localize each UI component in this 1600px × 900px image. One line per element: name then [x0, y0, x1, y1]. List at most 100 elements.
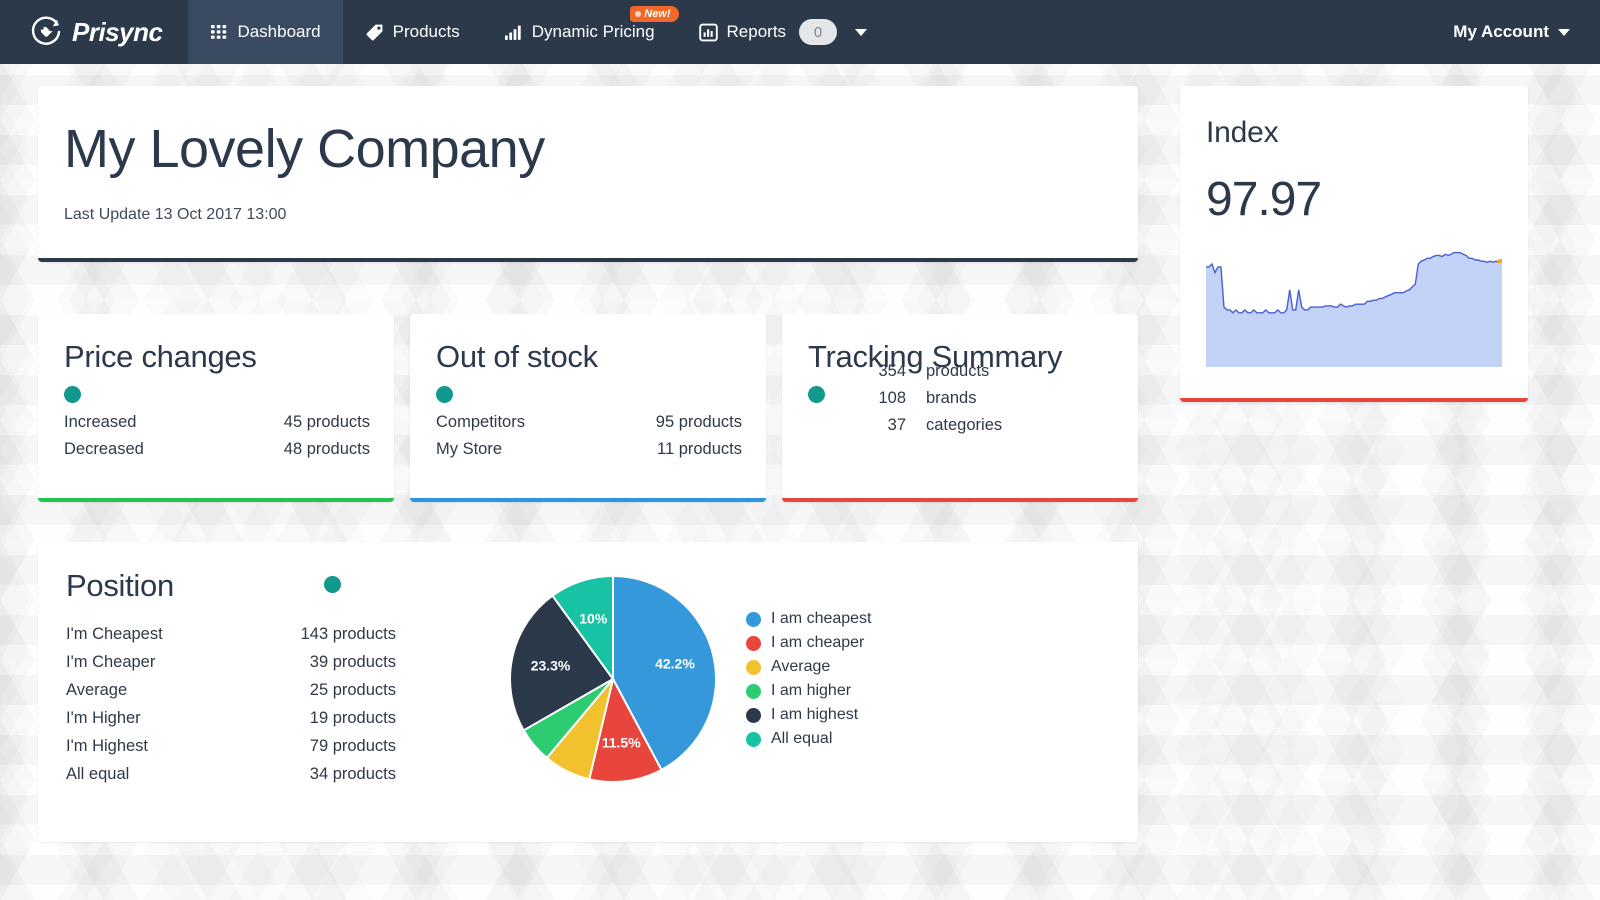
sparkline-area: [1206, 252, 1502, 367]
out-of-stock-status-dot: [436, 386, 453, 404]
page-body: My Lovely Company Last Update 13 Oct 201…: [0, 64, 1600, 900]
legend-label: All equal: [771, 730, 833, 748]
table-row: My Store 11 products: [436, 436, 742, 463]
new-badge: New!: [630, 6, 679, 22]
list-item: All equal 34 products: [66, 760, 396, 788]
row-value: 34 products: [309, 765, 396, 784]
legend-item[interactable]: All equal: [746, 730, 872, 748]
reports-count-badge: 0: [799, 19, 838, 45]
row-number: 354: [878, 362, 906, 381]
position-pie-chart: 42.2% 11.5% 23.3% 10%: [508, 574, 718, 784]
pie-slice-label: 23.3%: [531, 658, 571, 674]
legend-swatch-icon: [746, 707, 761, 723]
company-header-card: My Lovely Company Last Update 13 Oct 201…: [38, 86, 1138, 263]
navbar-right: My Account: [1447, 0, 1576, 64]
nav-item-products-label: Products: [392, 22, 460, 41]
nav-item-products[interactable]: Products: [343, 0, 482, 64]
list-item: Average 25 products: [66, 676, 396, 704]
legend-label: I am highest: [771, 706, 859, 724]
brand-logo-link[interactable]: Prisync: [0, 0, 188, 64]
row-label: Increased: [64, 413, 137, 432]
legend-item[interactable]: I am cheaper: [746, 634, 872, 652]
row-number: 37: [887, 415, 906, 434]
last-update-text: Last Update 13 Oct 2017 13:00: [64, 206, 287, 224]
legend-item[interactable]: I am higher: [746, 682, 872, 700]
row-label: I'm Highest: [66, 737, 149, 756]
legend-item[interactable]: I am cheapest: [746, 610, 872, 628]
list-item: I'm Cheapest 143 products: [66, 620, 396, 648]
row-value: 79 products: [309, 737, 396, 756]
legend-item[interactable]: Average: [746, 658, 872, 676]
tracking-summary-rows: 354 products 108 brands 37 categories: [854, 358, 1114, 438]
row-number: 108: [878, 388, 906, 407]
price-changes-title: Price changes: [64, 339, 257, 375]
position-head: Position: [66, 568, 464, 604]
stats-row: Price changes Increased 45 products Decr…: [38, 314, 1138, 503]
prisync-logo-icon: [30, 15, 64, 49]
index-value: 97.97: [1206, 173, 1322, 226]
position-card: Position I'm Cheapest 143 products I'm C…: [38, 542, 1138, 843]
brand-name: Prisync: [72, 16, 163, 47]
row-label: My Store: [436, 439, 503, 458]
position-title: Position: [66, 568, 174, 604]
position-rows: I'm Cheapest 143 products I'm Cheaper 39…: [66, 620, 396, 788]
main-column: My Lovely Company Last Update 13 Oct 201…: [38, 86, 1138, 843]
pie-slice-label: 42.2%: [655, 656, 695, 672]
row-value: 45 products: [283, 413, 370, 432]
list-item: I'm Highest 79 products: [66, 732, 396, 760]
side-column: Index 97.97: [1180, 86, 1528, 402]
my-account-label: My Account: [1453, 22, 1549, 41]
price-changes-card: Price changes Increased 45 products Decr…: [38, 314, 394, 503]
out-of-stock-card: Out of stock Competitors 95 products My …: [410, 314, 766, 503]
table-row: Increased 45 products: [64, 409, 370, 436]
nav-item-reports[interactable]: Reports 0: [677, 0, 890, 64]
position-status-dot: [323, 576, 341, 594]
row-value: 48 products: [283, 439, 370, 458]
legend-label: I am higher: [771, 682, 852, 700]
nav-item-dynamic-pricing-label: Dynamic Pricing: [531, 22, 655, 41]
page-title: My Lovely Company: [64, 119, 545, 179]
row-unit: products: [926, 362, 990, 381]
table-row: Decreased 48 products: [64, 436, 370, 463]
row-label: I'm Cheaper: [66, 653, 156, 672]
index-title: Index: [1206, 116, 1279, 149]
index-card: Index 97.97: [1180, 86, 1528, 402]
legend-swatch-icon: [746, 611, 761, 627]
row-value: 19 products: [309, 709, 396, 728]
nav-items: Dashboard Products Dynamic Pricing New! …: [188, 0, 889, 64]
pie-slice-label: 11.5%: [602, 734, 641, 750]
grid-icon: [210, 23, 228, 41]
legend-label: I am cheaper: [771, 634, 865, 652]
position-left: Position I'm Cheapest 143 products I'm C…: [64, 568, 464, 788]
row-value: 11 products: [657, 439, 742, 458]
row-value: 39 products: [309, 653, 396, 672]
row-value: 143 products: [300, 625, 396, 644]
list-item: I'm Higher 19 products: [66, 704, 396, 732]
row-label: Decreased: [64, 439, 144, 458]
row-value: 25 products: [309, 681, 396, 700]
table-row: 354 products: [854, 358, 1114, 385]
row-label: I'm Higher: [66, 709, 141, 728]
list-item: I'm Cheaper 39 products: [66, 648, 396, 676]
price-changes-rows: Increased 45 products Decreased 48 produ…: [64, 409, 370, 462]
account-chevron-down-icon: [1558, 28, 1570, 36]
index-sparkline-chart: [1206, 239, 1503, 372]
pie-legend: I am cheapest I am cheaper Average I am hig…: [746, 610, 872, 748]
nav-item-dashboard[interactable]: Dashboard: [188, 0, 343, 64]
row-label: I'm Cheapest: [66, 625, 163, 644]
out-of-stock-title: Out of stock: [436, 339, 598, 375]
top-navbar: Prisync Dashboard Products Dynamic Prici…: [0, 0, 1600, 64]
my-account-menu[interactable]: My Account: [1447, 22, 1576, 42]
nav-item-dynamic-pricing[interactable]: Dynamic Pricing New!: [482, 0, 679, 64]
row-label: Average: [66, 681, 128, 700]
row-unit: brands: [926, 388, 977, 407]
row-value: 95 products: [655, 413, 742, 432]
price-changes-status-dot: [64, 386, 81, 404]
chevron-down-icon[interactable]: [855, 28, 868, 36]
tracking-summary-status-dot: [808, 386, 825, 404]
legend-item[interactable]: I am highest: [746, 706, 872, 724]
sparkline-end-marker: [1498, 259, 1502, 264]
row-unit: categories: [926, 415, 1003, 434]
legend-label: Average: [771, 658, 831, 676]
row-label: All equal: [66, 765, 130, 784]
